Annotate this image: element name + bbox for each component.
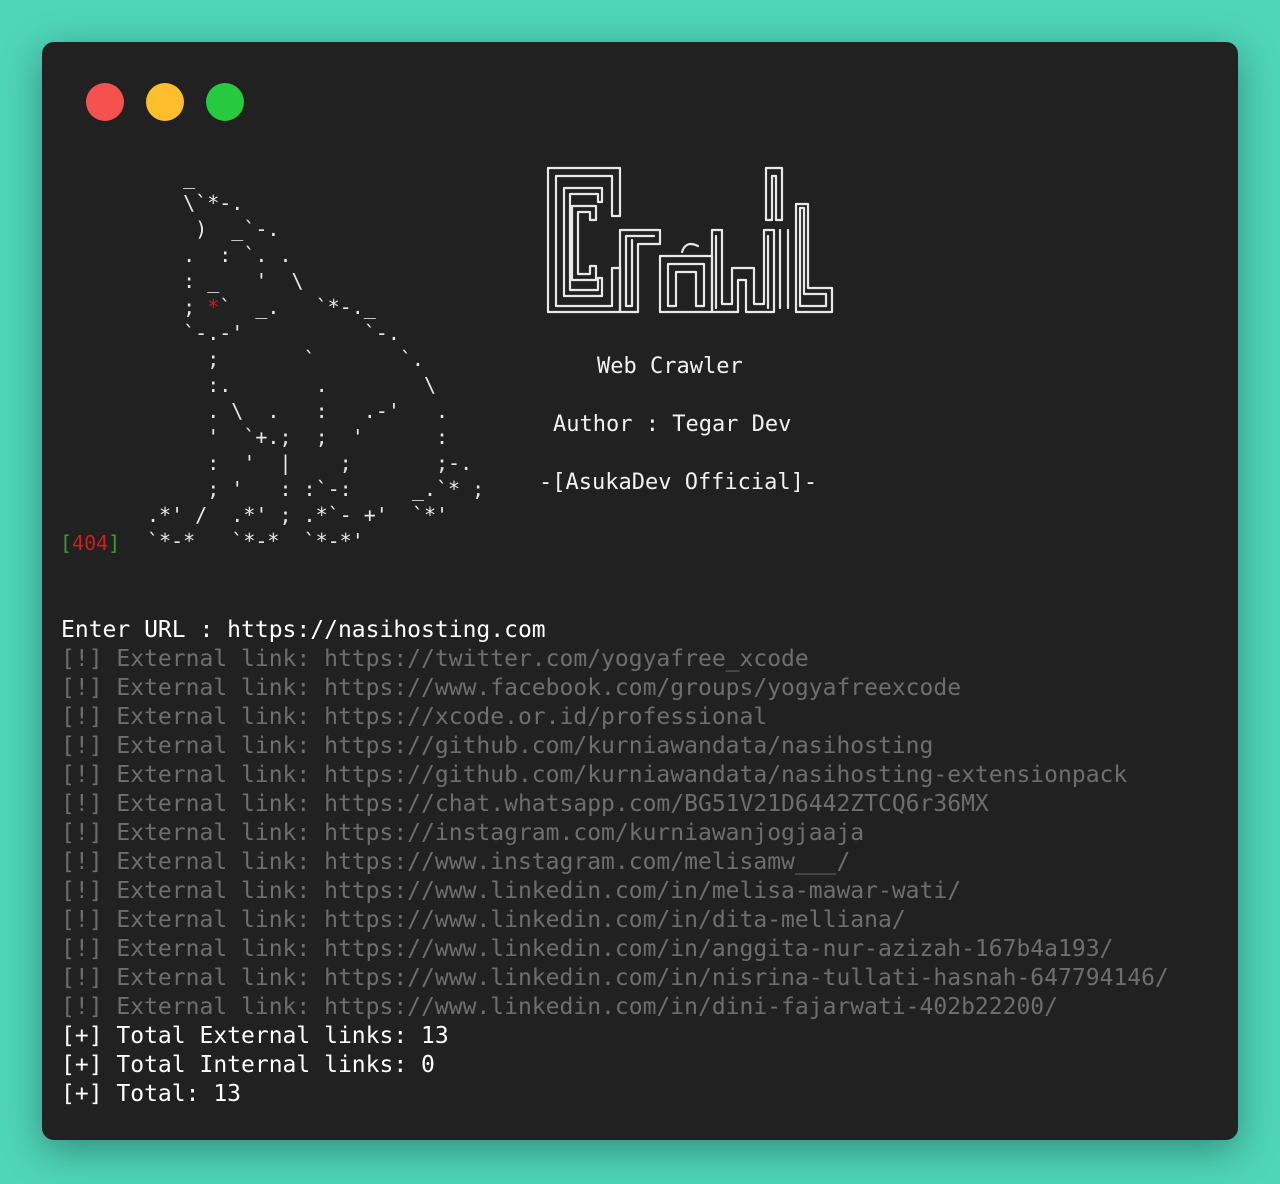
error-code: 404 <box>72 531 109 555</box>
ascii-line: ' `+.; ; ' : <box>147 425 449 449</box>
ascii-line: ; ` `. <box>147 347 424 371</box>
console-output: Enter URL : https://nasihosting.com [!] … <box>61 616 1231 1109</box>
external-link-line: [!] External link: https://www.linkedin.… <box>61 965 1169 991</box>
external-link-line: [!] External link: https://twitter.com/y… <box>61 646 809 672</box>
banner-title: Web Crawler <box>597 354 743 379</box>
crawl-logo-icon <box>546 166 834 314</box>
external-link-line: [!] External link: https://github.com/ku… <box>61 762 1128 788</box>
ascii-line: : ' | ; ;-. <box>147 451 473 475</box>
error-404-badge: [404] <box>60 530 120 556</box>
minimize-button[interactable] <box>146 83 184 121</box>
ascii-line: ` _. `*-._ <box>219 295 376 319</box>
ascii-line: \`*-. <box>147 191 244 215</box>
error-bracket-close: ] <box>108 531 121 555</box>
ascii-line: _ <box>147 165 196 189</box>
ascii-line: `-.-' `-. <box>147 321 400 345</box>
zoom-button[interactable] <box>206 83 244 121</box>
external-link-line: [!] External link: https://www.facebook.… <box>61 675 962 701</box>
ascii-line: :. . \ <box>147 373 436 397</box>
ascii-line: ) _`-. <box>147 217 280 241</box>
close-button[interactable] <box>86 83 124 121</box>
external-link-line: [!] External link: https://www.linkedin.… <box>61 907 906 933</box>
external-link-line: [!] External link: https://xcode.or.id/p… <box>61 704 768 730</box>
ascii-line: . \ . : .-' . <box>147 399 449 423</box>
banner-credit: -[AsukaDev Official]- <box>539 470 818 495</box>
ascii-eye: * <box>207 295 220 319</box>
ascii-line: .*' / .*' ; .*`- +' `*' <box>147 503 449 527</box>
external-link-line: [!] External link: https://www.instagram… <box>61 849 851 875</box>
ascii-line: : _ ' \ <box>147 269 304 293</box>
banner-author: Author : Tegar Dev <box>553 412 792 437</box>
error-bracket-open: [ <box>60 531 73 555</box>
logo-letter-r <box>618 228 662 314</box>
total-line: [+] Total: 13 <box>61 1081 242 1107</box>
external-link-line: [!] External link: https://instagram.com… <box>61 820 865 846</box>
wolf-ascii-art: _ \`*-. ) _`-. . : `. . : _ ' \ ; *` _. … <box>147 164 484 554</box>
external-link-line: [!] External link: https://www.linkedin.… <box>61 878 962 904</box>
total-internal-line: [+] Total Internal links: 0 <box>61 1052 435 1078</box>
logo-letter-a <box>658 242 714 314</box>
logo-letter-w <box>710 228 776 314</box>
external-link-line: [!] External link: https://chat.whatsapp… <box>61 791 989 817</box>
ascii-line: ; <box>147 295 208 319</box>
ascii-line: `*-* `*-* `*-*' <box>147 529 364 553</box>
external-link-line: [!] External link: https://github.com/ku… <box>61 733 934 759</box>
ascii-line: ; ' : :`-: _.`* ; <box>147 477 485 501</box>
logo-letter-l <box>764 166 834 314</box>
external-link-line: [!] External link: https://www.linkedin.… <box>61 936 1114 962</box>
terminal-window: _ \`*-. ) _`-. . : `. . : _ ' \ ; *` _. … <box>42 42 1238 1140</box>
total-external-line: [+] Total External links: 13 <box>61 1023 449 1049</box>
ascii-line: . : `. . <box>147 243 292 267</box>
url-prompt[interactable]: Enter URL : https://nasihosting.com <box>61 616 1231 645</box>
logo-letter-c <box>546 166 622 314</box>
external-link-line: [!] External link: https://www.linkedin.… <box>61 994 1058 1020</box>
